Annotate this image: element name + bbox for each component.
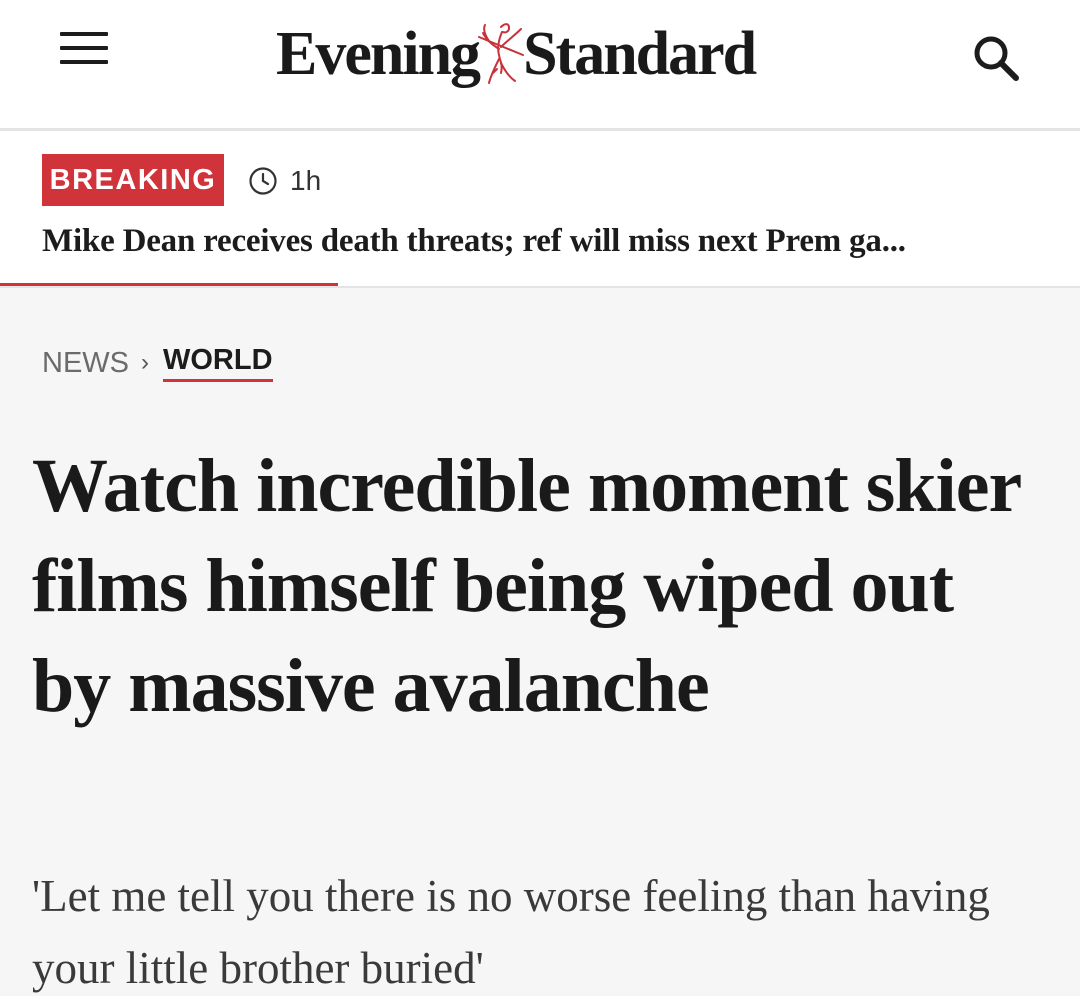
- site-header: Evening Standard: [0, 0, 1080, 131]
- logo-word-standard: Standard: [523, 20, 757, 88]
- clock-icon: [249, 167, 277, 195]
- breaking-headline-link[interactable]: Mike Dean receives death threats; ref wi…: [42, 223, 1032, 260]
- breaking-news-banner[interactable]: BREAKING 1h Mike Dean receives death thr…: [0, 131, 1080, 288]
- breadcrumb: NEWS › WORLD: [42, 344, 273, 382]
- eros-logo-icon: [478, 23, 525, 84]
- hamburger-menu-icon[interactable]: [56, 28, 112, 68]
- evening-standard-logo[interactable]: Evening Standard: [276, 14, 757, 94]
- article-standfirst: 'Let me tell you there is no worse feeli…: [32, 871, 990, 993]
- breadcrumb-news-link[interactable]: NEWS: [42, 347, 129, 380]
- chevron-right-icon: ›: [141, 349, 149, 376]
- breaking-time-label: 1h: [290, 165, 322, 196]
- article-title: Watch incredible moment skier films hims…: [32, 444, 1021, 728]
- breaking-time: 1h: [248, 164, 321, 198]
- logo-word-evening: Evening: [276, 20, 481, 88]
- search-icon[interactable]: [968, 30, 1024, 86]
- breaking-badge: BREAKING: [42, 154, 224, 206]
- breadcrumb-world-link[interactable]: WORLD: [163, 344, 273, 382]
- article-section: NEWS › WORLD Watch incredible moment ski…: [0, 288, 1080, 996]
